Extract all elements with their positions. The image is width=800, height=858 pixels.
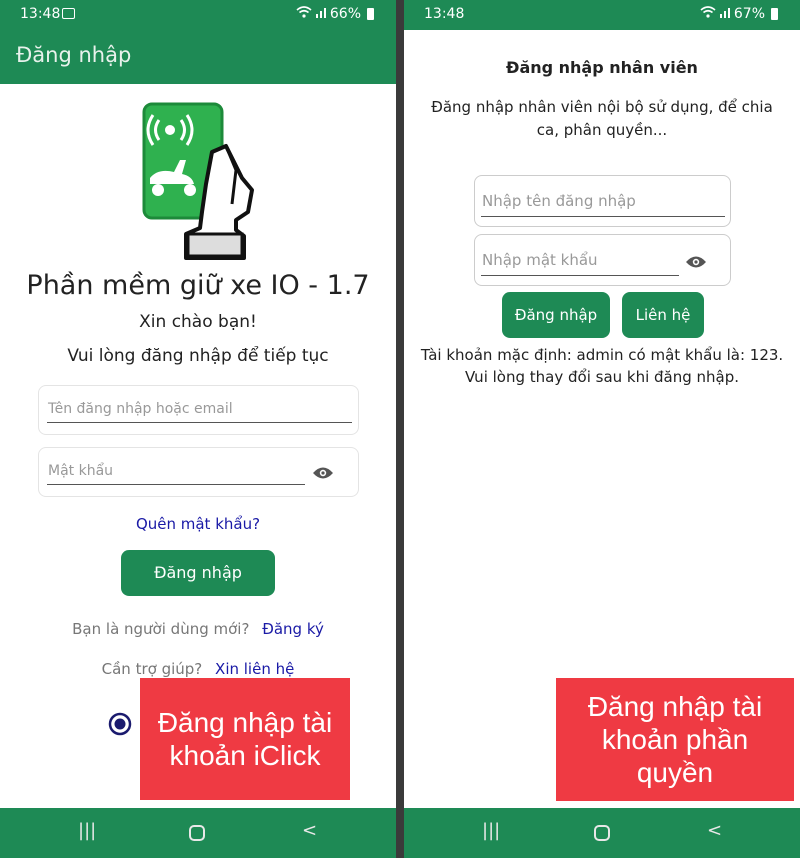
password-field[interactable]: Mật khẩu [38,447,359,497]
register-row: Bạn là người dùng mới? Đăng ký [0,620,396,638]
new-user-text: Bạn là người dùng mới? [72,620,250,638]
login-button[interactable]: Đăng nhập [121,550,275,596]
login-screen-iclick: 13:48 66% Đăng nhập Phần mềm giữ xe IO -… [0,0,396,858]
default-account-note: Tài khoản mặc định: admin có mật khẩu là… [420,346,784,386]
login-instruction: Vui lòng đăng nhập để tiếp tục [67,346,329,366]
password-underline [47,484,305,485]
greeting-text: Xin chào bạn! [139,312,257,332]
password-placeholder: Mật khẩu [48,463,114,479]
help-row: Cần trợ giúp? Xin liên hệ [0,660,396,678]
contact-link[interactable]: Xin liên hệ [215,660,294,678]
status-time: 13:48 [424,6,465,22]
eye-icon[interactable] [312,465,334,479]
parking-logo-icon [140,100,256,262]
page-description: Đăng nhập nhân viên nội bộ sử dụng, để c… [431,98,773,139]
app-bar-title: Đăng nhập [0,30,396,84]
home-icon[interactable] [189,825,205,841]
password-underline [481,275,679,276]
page-title: Đăng nhập nhân viên [506,58,698,77]
username-placeholder: Nhập tên đăng nhập [482,192,636,210]
login-screen-staff: 13:48 67% Đăng nhập nhân viên Đăng nhập … [404,0,800,858]
login-button[interactable]: Đăng nhập [502,292,610,338]
status-bar: 13:48 67% [404,0,800,30]
app-title: Phần mềm giữ xe IO - 1.7 [26,270,370,301]
status-time: 13:48 [20,6,61,22]
radio-selected-icon[interactable] [108,712,132,740]
annotation-overlay: Đăng nhập tài khoản iClick [140,678,350,800]
username-underline [481,216,725,217]
status-bar: 13:48 66% [0,0,396,30]
battery-percent: 66% [329,6,361,22]
recent-apps-icon[interactable]: ||| [482,820,500,841]
wifi-icon [700,6,716,22]
back-icon[interactable]: < [707,820,722,841]
annotation-overlay: Đăng nhập tài khoản phần quyền [556,678,794,801]
battery-percent: 67% [733,6,765,22]
password-placeholder: Nhập mật khẩu [482,251,598,269]
system-nav-bar: ||| < [0,808,396,858]
recent-apps-icon[interactable]: ||| [78,820,96,841]
gallery-icon [62,8,75,19]
register-link[interactable]: Đăng ký [262,620,324,638]
signal-icon [719,6,730,22]
back-icon[interactable]: < [302,820,317,841]
battery-icon [771,8,778,20]
forgot-password-link[interactable]: Quên mật khẩu? [0,515,396,533]
username-field[interactable]: Tên đăng nhập hoặc email [38,385,359,435]
password-field[interactable]: Nhập mật khẩu [474,234,731,286]
help-text: Cần trợ giúp? [101,660,203,678]
battery-icon [367,8,374,20]
system-nav-bar: ||| < [404,808,800,858]
username-underline [47,422,352,423]
username-placeholder: Tên đăng nhập hoặc email [48,401,233,417]
contact-button[interactable]: Liên hệ [622,292,704,338]
signal-icon [315,6,326,22]
eye-icon[interactable] [685,254,707,268]
home-icon[interactable] [594,825,610,841]
username-field[interactable]: Nhập tên đăng nhập [474,175,731,227]
wifi-icon [296,6,312,22]
